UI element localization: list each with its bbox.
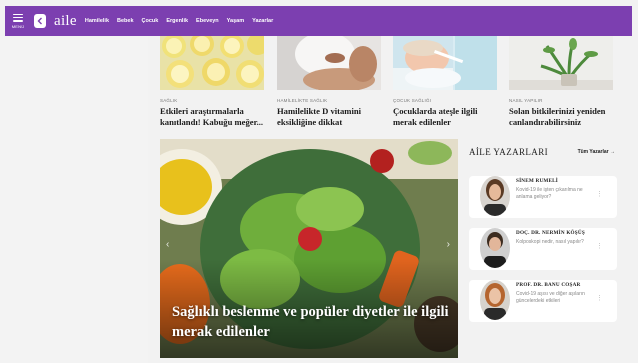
nav-item-cocuk[interactable]: Çocuk — [142, 18, 159, 24]
top-navigation-bar: MENÜ aile Hamilelik Bebek Çocuk Ergenlik… — [5, 6, 632, 36]
writers-panel: AİLE YAZARLARI Tüm Yazarlar → SİNEM RUME… — [461, 139, 619, 363]
writer-card[interactable]: PROF. DR. BANU COŞAR Covid-19 aşısı ve d… — [469, 280, 617, 322]
writer-card[interactable]: SİNEM RUMELİ Kovid-19 ile işten çıkarılm… — [469, 176, 617, 218]
article-thumbnail-plants[interactable] — [509, 36, 613, 90]
chevron-left-icon — [37, 17, 42, 25]
article-thumbnail-pregnancy[interactable] — [277, 36, 381, 90]
article-category: NASIL YAPILIR — [509, 98, 543, 103]
nav-item-bebek[interactable]: Bebek — [117, 18, 134, 24]
writer-card[interactable]: DOÇ. DR. NERMİN KÖŞÜŞ Kolposkopi nedir, … — [469, 228, 617, 270]
article-title[interactable]: Solan bitkilerinizi yeniden canlandırabi… — [509, 106, 613, 127]
nav-item-ebeveyn[interactable]: Ebeveyn — [196, 18, 219, 24]
menu-button[interactable]: MENÜ — [5, 6, 31, 36]
article-category: SAĞLIK — [160, 98, 178, 103]
hamburger-icon — [13, 13, 23, 22]
more-vertical-icon[interactable]: ⋮ — [596, 294, 603, 302]
menu-label: MENÜ — [11, 23, 25, 29]
main-nav: Hamilelik Bebek Çocuk Ergenlik Ebeveyn Y… — [85, 18, 273, 24]
article-thumbnail-lemons[interactable] — [160, 36, 264, 90]
nav-item-yazarlar[interactable]: Yazarlar — [252, 18, 273, 24]
writer-name[interactable]: DOÇ. DR. NERMİN KÖŞÜŞ — [516, 230, 585, 236]
avatar — [480, 176, 510, 216]
article-card[interactable]: HAMİLELİKTE SAĞLIK Hamilelikte D vitamin… — [277, 36, 381, 127]
nav-item-hamilelik[interactable]: Hamilelik — [85, 18, 109, 24]
writer-article[interactable]: Covid-19 aşısı ve diğer aşıların güncele… — [516, 291, 596, 305]
article-title[interactable]: Etkileri araştırmalarla kanıtlandı! Kabu… — [160, 106, 264, 127]
article-title[interactable]: Hamilelikte D vitamini eksikliğine dikka… — [277, 106, 381, 127]
hero-next-arrow[interactable]: › — [447, 239, 450, 250]
article-card[interactable]: SAĞLIK Etkileri araştırmalarla kanıtland… — [160, 36, 264, 127]
writer-article[interactable]: Kolposkopi nedir, nasıl yapılır? — [516, 239, 596, 246]
avatar — [480, 280, 510, 320]
nav-item-ergenlik[interactable]: Ergenlik — [166, 18, 188, 24]
hero-prev-arrow[interactable]: ‹ — [166, 239, 169, 250]
writers-title: AİLE YAZARLARI — [469, 147, 549, 157]
writer-article[interactable]: Kovid-19 ile işten çıkarılma ne anlama g… — [516, 187, 596, 201]
more-vertical-icon[interactable]: ⋮ — [596, 190, 603, 198]
page: MENÜ aile Hamilelik Bebek Çocuk Ergenlik… — [0, 0, 638, 363]
article-row: SAĞLIK Etkileri araştırmalarla kanıtland… — [160, 36, 618, 136]
article-card[interactable]: NASIL YAPILIR Solan bitkilerinizi yenide… — [509, 36, 613, 127]
writer-name[interactable]: SİNEM RUMELİ — [516, 178, 558, 184]
article-thumbnail-child-fever[interactable] — [393, 36, 497, 90]
nav-item-yasam[interactable]: Yaşam — [227, 18, 244, 24]
article-card[interactable]: ÇOCUK SAĞLIĞI Çocuklarda ateşle ilgili m… — [393, 36, 497, 127]
article-category: HAMİLELİKTE SAĞLIK — [277, 98, 328, 103]
writer-name[interactable]: PROF. DR. BANU COŞAR — [516, 282, 580, 288]
back-button[interactable] — [34, 14, 46, 28]
more-vertical-icon[interactable]: ⋮ — [596, 242, 603, 250]
avatar — [480, 228, 510, 268]
writers-header: AİLE YAZARLARI Tüm Yazarlar → — [461, 139, 619, 165]
left-blank-area — [0, 36, 148, 363]
hero-article[interactable]: ‹ › Sağlıklı beslenme ve popüler diyetle… — [160, 139, 458, 358]
all-writers-link[interactable]: Tüm Yazarlar → — [578, 149, 615, 155]
article-title[interactable]: Çocuklarda ateşle ilgili merak edilenler — [393, 106, 497, 127]
hero-title[interactable]: Sağlıklı beslenme ve popüler diyetler il… — [172, 302, 452, 342]
brand-logo[interactable]: aile — [54, 13, 77, 30]
article-category: ÇOCUK SAĞLIĞI — [393, 98, 432, 103]
